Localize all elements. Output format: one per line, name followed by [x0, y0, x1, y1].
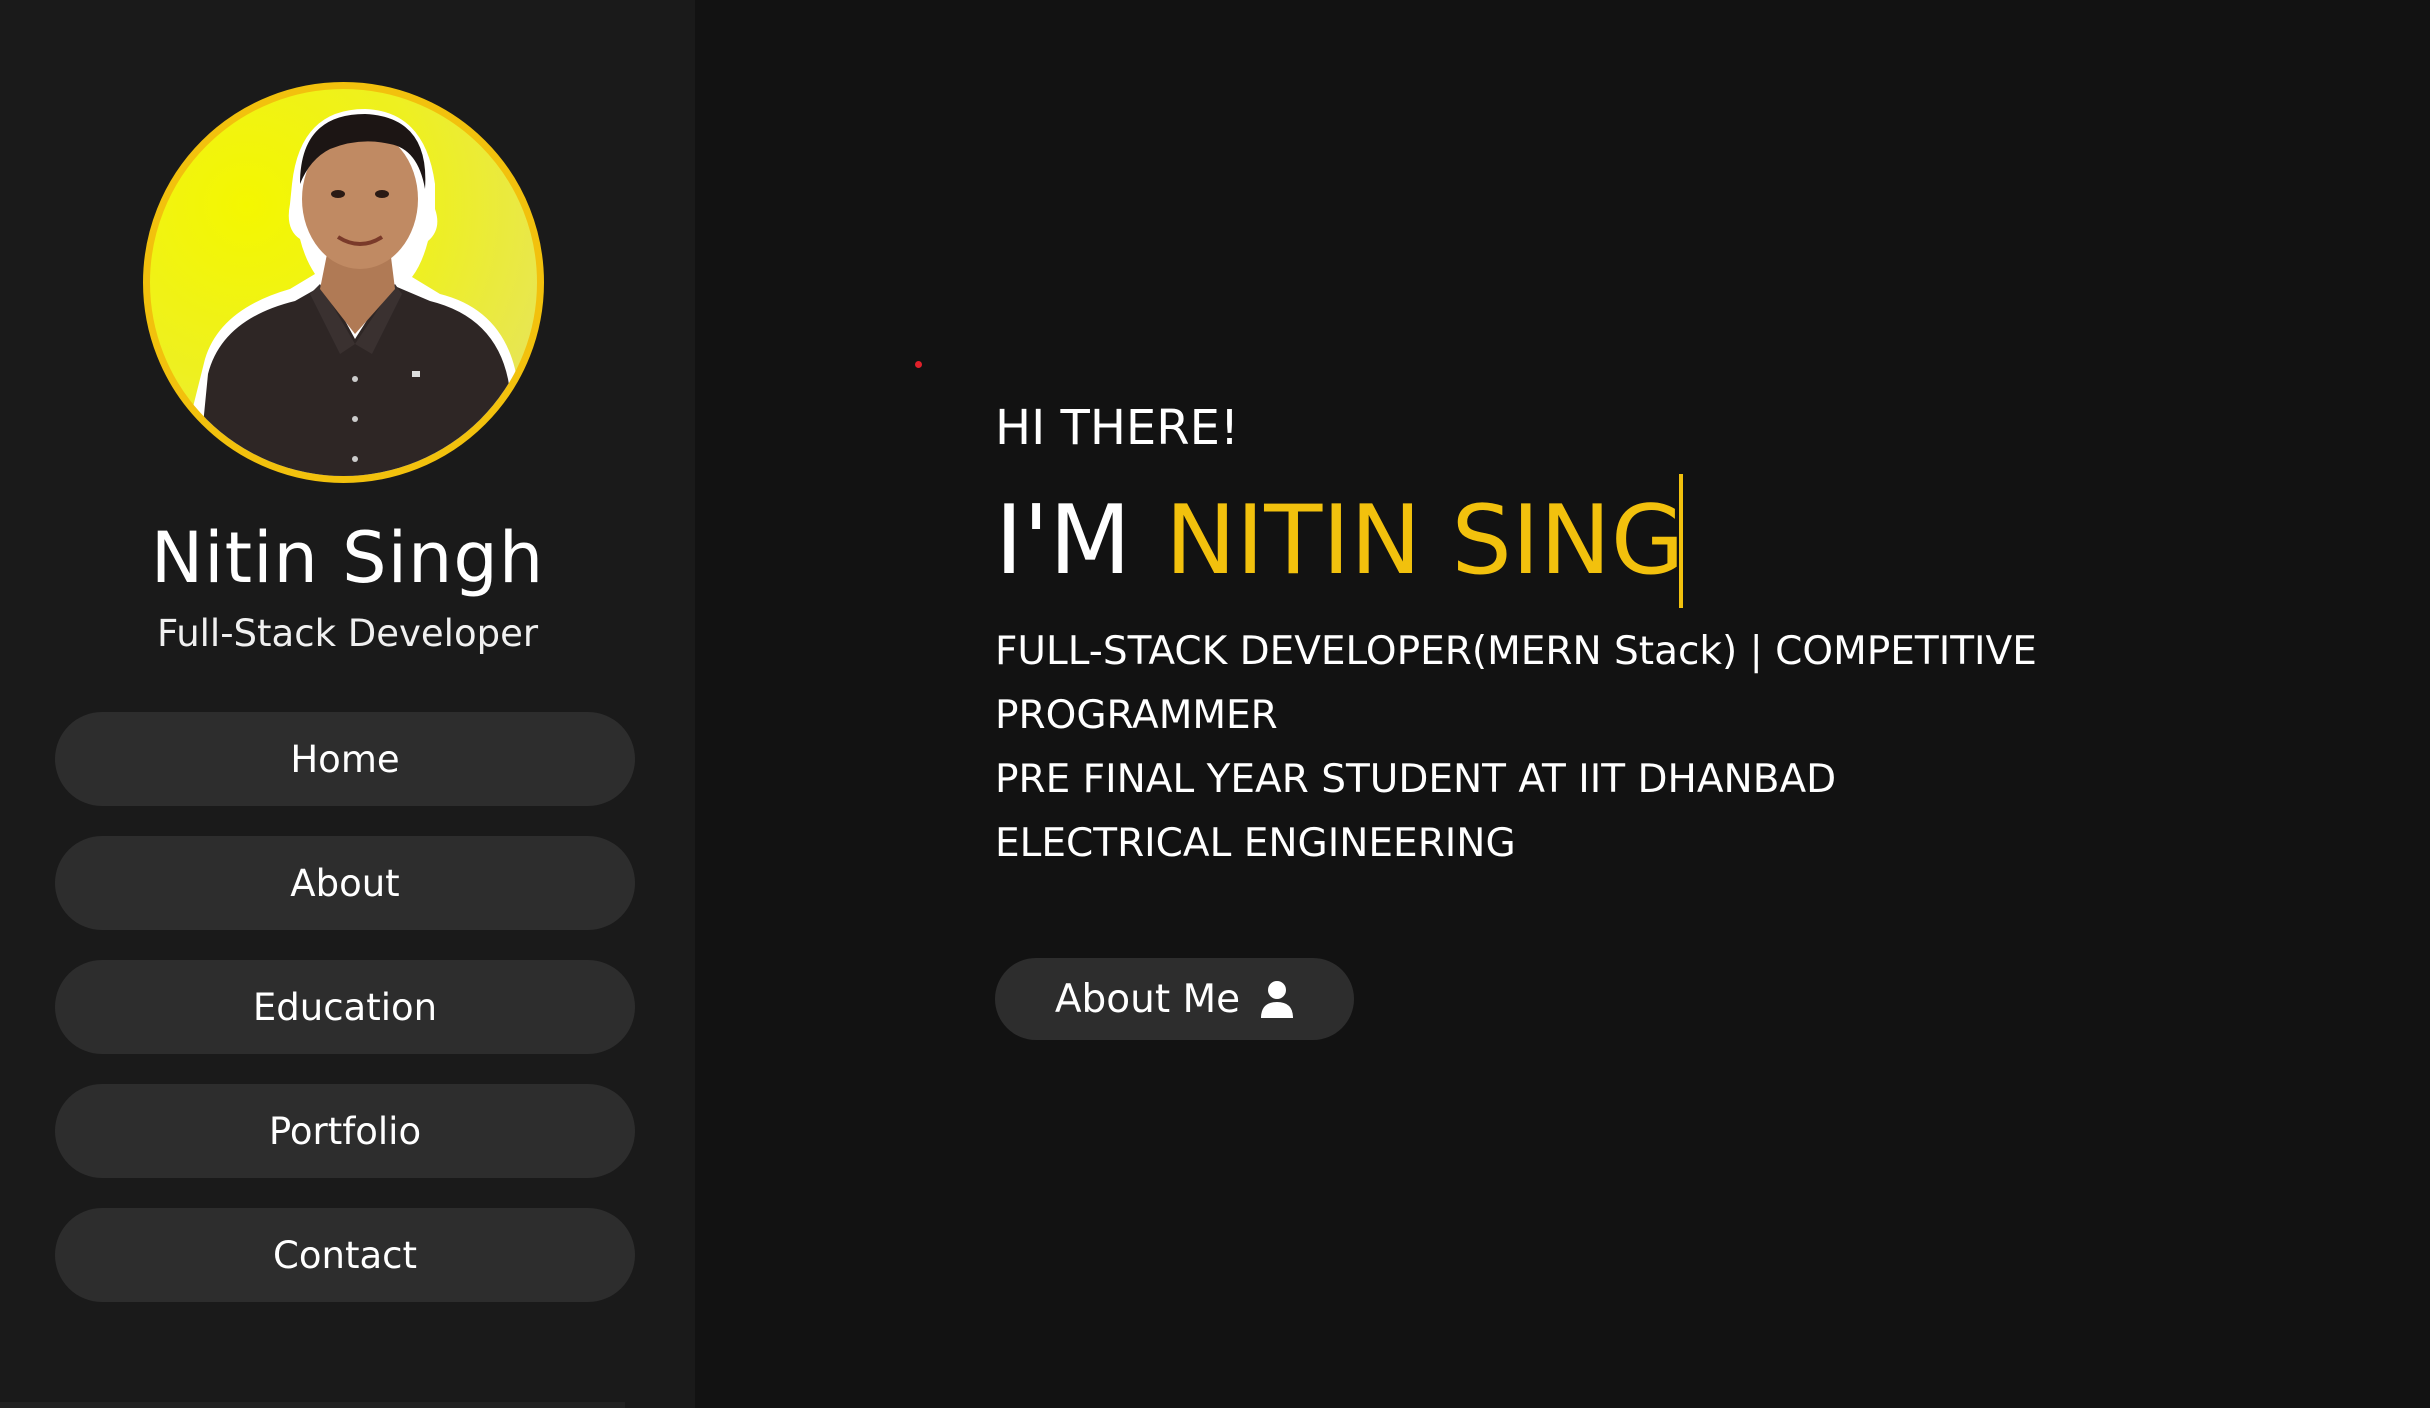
profile-photo [170, 109, 537, 476]
nav-item-home[interactable]: Home [55, 712, 635, 806]
page: Nitin Singh Full-Stack Developer Home Ab… [0, 0, 2430, 1408]
typed-name: NITIN SING [1165, 486, 1685, 596]
nav-item-portfolio[interactable]: Portfolio [55, 1084, 635, 1178]
description-line: ELECTRICAL ENGINEERING [995, 821, 1516, 866]
hero-description: FULL-STACK DEVELOPER(MERN Stack) | COMPE… [995, 620, 2095, 876]
user-icon [1260, 980, 1294, 1018]
typing-cursor [1678, 474, 1683, 608]
sidebar: Nitin Singh Full-Stack Developer Home Ab… [0, 0, 695, 1408]
sidebar-divider [0, 1402, 625, 1408]
nav-item-education[interactable]: Education [55, 960, 635, 1054]
description-line: PRE FINAL YEAR STUDENT AT IIT DHANBAD [995, 757, 1837, 802]
about-me-button-label: About Me [1054, 976, 1241, 1022]
hero-greeting: HI THERE! [995, 400, 1240, 456]
nav-item-about[interactable]: About [55, 836, 635, 930]
hero-headline: I'M NITIN SING [995, 474, 1685, 608]
about-me-button[interactable]: About Me [995, 958, 1354, 1040]
profile-role: Full-Stack Developer [156, 612, 539, 655]
nav-item-contact[interactable]: Contact [55, 1208, 635, 1302]
profile-name: Nitin Singh [150, 517, 545, 599]
headline-prefix: I'M [995, 486, 1132, 596]
decorative-dot [915, 361, 922, 368]
description-line: FULL-STACK DEVELOPER(MERN Stack) | COMPE… [995, 629, 2037, 738]
sidebar-nav: Home About Education Portfolio Contact [55, 712, 635, 1332]
avatar [143, 82, 544, 483]
